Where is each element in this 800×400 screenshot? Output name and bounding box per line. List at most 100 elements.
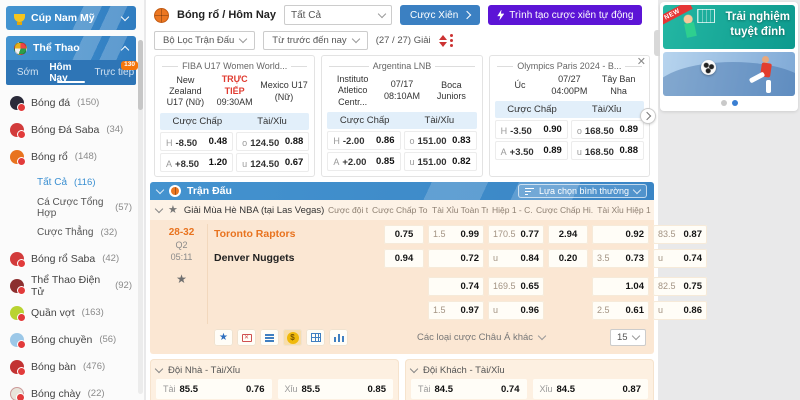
- handicap-header: Cược Chấp: [495, 101, 570, 118]
- scrollbar-thumb[interactable]: [138, 40, 143, 110]
- match-date: 07/17: [378, 79, 426, 91]
- odds-cell[interactable]: 1.50.97: [428, 301, 484, 320]
- odds-cell[interactable]: 0.72: [428, 249, 484, 268]
- bet-list-icon[interactable]: [260, 329, 279, 346]
- chevron-down-icon[interactable]: [410, 365, 418, 373]
- chevron-down-icon[interactable]: [155, 365, 163, 373]
- odds-cell[interactable]: H-3.500.90: [495, 120, 568, 139]
- submenu-item-straight[interactable]: Cược Thẳng(32): [33, 220, 136, 245]
- parlay-builder-button[interactable]: Trình tạo cược xiên tự động: [488, 5, 642, 25]
- more-asian-bets-toggle[interactable]: Các loại cược Châu Á khác: [417, 332, 545, 343]
- banner-headline-2: tuyệt đỉnh: [725, 25, 790, 40]
- odds-cell[interactable]: 3.50.73: [592, 249, 649, 268]
- odds-cell[interactable]: o151.000.83: [404, 131, 477, 150]
- favorite-star-icon[interactable]: ★: [156, 272, 207, 286]
- carousel-dot-1[interactable]: [721, 100, 727, 106]
- promo-banner-top[interactable]: NEW Trải nghiệm tuyệt đỉnh: [663, 5, 795, 49]
- sidebar-item-esports[interactable]: Thể Thao Điện Tử(92): [6, 272, 136, 299]
- tab-live[interactable]: Trực tiếp 130: [93, 60, 136, 85]
- odds-cell[interactable]: A+2.000.85: [327, 152, 400, 171]
- submenu-item-mix-parlay[interactable]: Cá Cược Tổng Hợp(57): [33, 195, 136, 220]
- toolbar: Bóng rổ / Hôm Nay Tất Cả Cược Xiên Trình…: [146, 0, 658, 28]
- sidebar-section-cup[interactable]: Cúp Nam Mỹ: [6, 6, 136, 30]
- odds-cell[interactable]: 83.50.87: [653, 225, 707, 244]
- odds-cell[interactable]: o124.500.88: [236, 132, 309, 151]
- odds-cell[interactable]: 2.94: [548, 225, 588, 244]
- odds-cell[interactable]: Xỉu84.50.87: [533, 379, 649, 399]
- favorite-star-button[interactable]: ★: [214, 329, 233, 346]
- sort-icon[interactable]: [439, 34, 453, 47]
- basketball-submenu: Tất Cả(116) Cá Cược Tổng Hợp(57) Cược Th…: [6, 170, 136, 245]
- odds-cell[interactable]: 82.50.75: [653, 277, 707, 296]
- odds-cell[interactable]: Xỉu85.50.85: [278, 379, 394, 399]
- promo-banner-bottom[interactable]: [663, 52, 795, 96]
- odds-cell[interactable]: 1.04: [592, 277, 649, 296]
- odds-cell[interactable]: 0.75: [384, 225, 424, 244]
- match-time: 08:10AM: [378, 91, 426, 103]
- submenu-item-all[interactable]: Tất Cả(116): [33, 170, 136, 195]
- carousel-next-button[interactable]: [640, 108, 656, 124]
- odds-cell[interactable]: 0.94: [384, 249, 424, 268]
- match-filter-dropdown[interactable]: Bộ Lọc Trận Đấu: [154, 31, 255, 50]
- sidebar-item-basketball-saba[interactable]: Bóng rổ Saba(42): [6, 245, 136, 272]
- zap-icon: [497, 10, 504, 21]
- odds-cell[interactable]: u0.74: [653, 249, 707, 268]
- odds-cell[interactable]: u0.84: [488, 249, 544, 268]
- filter-lines-icon: [525, 188, 534, 195]
- odds-cell[interactable]: u0.86: [653, 301, 707, 320]
- odds-cell[interactable]: Tài85.50.76: [156, 379, 272, 399]
- grid-view-icon[interactable]: [306, 329, 325, 346]
- main-content: Bóng rổ / Hôm Nay Tất Cả Cược Xiên Trình…: [146, 0, 658, 400]
- coin-icon[interactable]: $: [283, 329, 302, 346]
- odds-cell[interactable]: 0.92: [592, 225, 649, 244]
- sidebar-item-baseball[interactable]: Bóng chày(22): [6, 380, 136, 400]
- column-header-handicap: Cược Chấp To...: [372, 205, 428, 215]
- live-video-icon[interactable]: ✕: [237, 329, 256, 346]
- stats-chart-icon[interactable]: [329, 329, 348, 346]
- close-icon[interactable]: ✕: [637, 57, 646, 68]
- odds-cell[interactable]: 2.50.61: [592, 301, 649, 320]
- live-badge: TRỰC TIẾP: [211, 74, 259, 97]
- handicap-header: Cược Chấp: [160, 113, 235, 130]
- tab-early[interactable]: Sớm: [6, 60, 49, 85]
- page-size-select[interactable]: 15: [610, 329, 646, 346]
- odds-cell[interactable]: u168.500.88: [571, 141, 644, 160]
- odds-cell[interactable]: u124.500.67: [236, 153, 309, 172]
- odds-cell[interactable]: H-2.000.86: [327, 131, 400, 150]
- carousel-dot-2[interactable]: [732, 100, 738, 106]
- favorite-star-icon[interactable]: ★: [168, 205, 178, 216]
- sidebar-item-basketball[interactable]: Bóng rổ(148): [6, 143, 136, 170]
- sidebar-scrollbar[interactable]: [138, 40, 143, 394]
- sidebar-section-sports[interactable]: Thể Thao: [6, 36, 136, 60]
- ou-header: Tài/Xỉu: [402, 112, 477, 129]
- chevron-down-icon: [239, 35, 247, 43]
- sidebar-item-soccer[interactable]: Bóng đá(150): [6, 89, 136, 116]
- league-filter-select[interactable]: Tất Cả: [284, 5, 392, 25]
- sidebar-item-soccer-saba[interactable]: Bóng Đá Saba(34): [6, 116, 136, 143]
- odds-cell[interactable]: 1.50.99: [428, 225, 484, 244]
- ou-header: Tài/Xỉu: [235, 113, 310, 130]
- chevron-down-icon[interactable]: [155, 204, 163, 212]
- odds-cell[interactable]: 170.50.77: [488, 225, 544, 244]
- chevron-up-icon: [121, 45, 129, 53]
- panel-collapse-handle[interactable]: [654, 30, 660, 56]
- odds-cell[interactable]: H-8.500.48: [160, 132, 233, 151]
- odds-cell[interactable]: o168.500.89: [571, 120, 644, 139]
- odds-cell[interactable]: 169.50.65: [488, 277, 544, 296]
- sidebar-item-tennis[interactable]: Quần vợt(163): [6, 299, 136, 326]
- odds-cell[interactable]: Tài84.50.74: [411, 379, 527, 399]
- odds-cell[interactable]: A+3.500.89: [495, 141, 568, 160]
- odds-cell[interactable]: u0.96: [488, 301, 544, 320]
- odds-cell[interactable]: 0.20: [548, 249, 588, 268]
- tab-today[interactable]: Hôm Nay: [49, 60, 92, 85]
- betting-app: Cúp Nam Mỹ Thể Thao Sớm Hôm Nay Trực tiế…: [0, 0, 800, 400]
- odds-cell[interactable]: 0.74: [428, 277, 484, 296]
- odds-cell[interactable]: u151.000.82: [404, 152, 477, 171]
- chevron-down-icon[interactable]: [156, 185, 164, 193]
- view-mode-select[interactable]: Lựa chọn bình thường: [518, 184, 647, 198]
- odds-cell[interactable]: A+8.501.20: [160, 153, 233, 172]
- sidebar-item-table-tennis[interactable]: Bóng bàn(476): [6, 353, 136, 380]
- time-filter-dropdown[interactable]: Từ trước đến nay: [263, 31, 367, 50]
- parlay-button[interactable]: Cược Xiên: [400, 5, 480, 25]
- sidebar-item-volleyball[interactable]: Bóng chuyền(56): [6, 326, 136, 353]
